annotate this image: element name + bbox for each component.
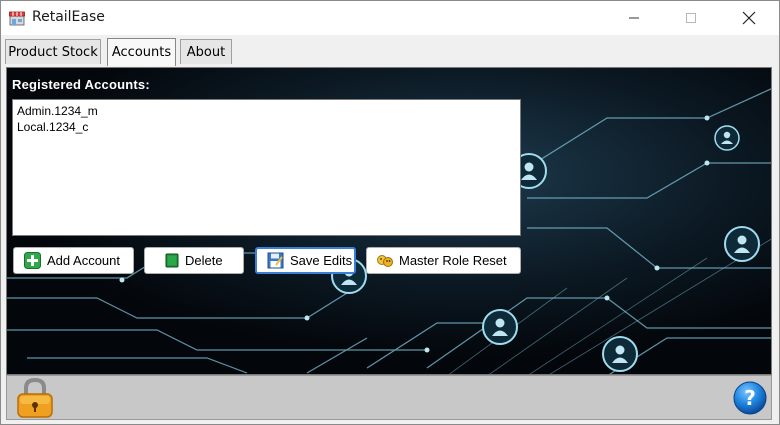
list-item[interactable]: Admin.1234_m: [17, 103, 516, 119]
title-bar: RetailEase: [1, 1, 779, 35]
accounts-list[interactable]: Admin.1234_m Local.1234_c: [12, 99, 521, 236]
minimize-icon: [629, 17, 639, 19]
master-role-reset-button[interactable]: Master Role Reset: [366, 247, 521, 274]
svg-text:?: ?: [744, 386, 756, 410]
add-account-button[interactable]: Add Account: [13, 247, 134, 274]
window-title: RetailEase: [32, 9, 105, 25]
maximize-icon: [686, 13, 696, 23]
bottom-bar: ?: [6, 375, 772, 420]
registered-accounts-label: Registered Accounts:: [12, 77, 150, 92]
save-icon: [267, 252, 284, 269]
add-icon: [24, 252, 41, 269]
save-edits-button[interactable]: Save Edits: [255, 247, 356, 274]
app-window: RetailEase Product Stock Accounts About: [0, 0, 780, 425]
lock-icon[interactable]: [15, 377, 55, 419]
accounts-panel: Registered Accounts: Admin.1234_m Local.…: [6, 67, 772, 375]
tab-product-stock[interactable]: Product Stock: [5, 39, 101, 64]
store-icon: [9, 11, 25, 26]
close-icon: [742, 11, 756, 25]
save-edits-label: Save Edits: [290, 253, 353, 268]
delete-label: Delete: [185, 253, 223, 268]
master-role-reset-label: Master Role Reset: [399, 253, 507, 268]
reset-icon: [377, 254, 393, 267]
delete-button[interactable]: Delete: [144, 247, 244, 274]
list-item[interactable]: Local.1234_c: [17, 119, 516, 135]
book-icon: [165, 253, 179, 268]
tab-about[interactable]: About: [180, 39, 232, 64]
help-icon[interactable]: ?: [732, 380, 768, 416]
add-account-label: Add Account: [47, 253, 120, 268]
minimize-button[interactable]: [606, 1, 662, 35]
tab-accounts[interactable]: Accounts: [107, 38, 176, 66]
tab-strip: Product Stock Accounts About: [1, 35, 779, 66]
maximize-button[interactable]: [663, 1, 719, 35]
close-button[interactable]: [721, 1, 777, 35]
